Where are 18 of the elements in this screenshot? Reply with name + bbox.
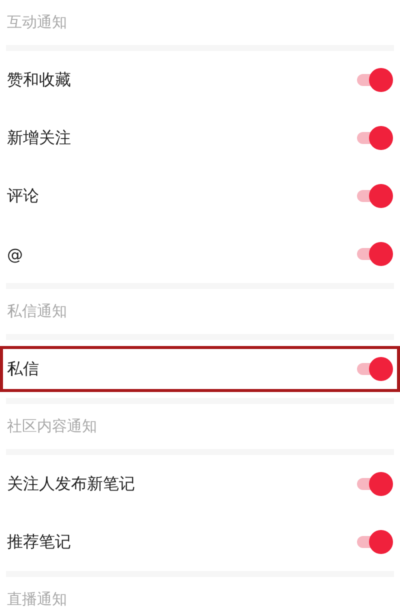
toggle-switch[interactable] bbox=[355, 126, 393, 150]
setting-label: 赞和收藏 bbox=[7, 70, 71, 90]
toggle-switch[interactable] bbox=[355, 184, 393, 208]
setting-label: 新增关注 bbox=[7, 128, 71, 148]
section-header: 社区内容通知 bbox=[6, 416, 98, 437]
section-header: 私信通知 bbox=[6, 301, 68, 322]
toggle-switch[interactable] bbox=[355, 242, 393, 266]
setting-label: 关注人发布新笔记 bbox=[7, 474, 135, 494]
setting-label: 私信 bbox=[7, 358, 39, 380]
section-header: 互动通知 bbox=[6, 12, 68, 33]
toggle-switch[interactable] bbox=[355, 530, 393, 554]
section-header: 直播通知 bbox=[6, 589, 68, 610]
setting-label: 推荐笔记 bbox=[7, 532, 71, 552]
setting-label: 评论 bbox=[7, 186, 39, 206]
toggle-switch[interactable] bbox=[355, 472, 393, 496]
toggle-switch[interactable] bbox=[355, 68, 393, 92]
setting-label: @ bbox=[7, 244, 23, 264]
toggle-switch[interactable] bbox=[355, 357, 393, 381]
